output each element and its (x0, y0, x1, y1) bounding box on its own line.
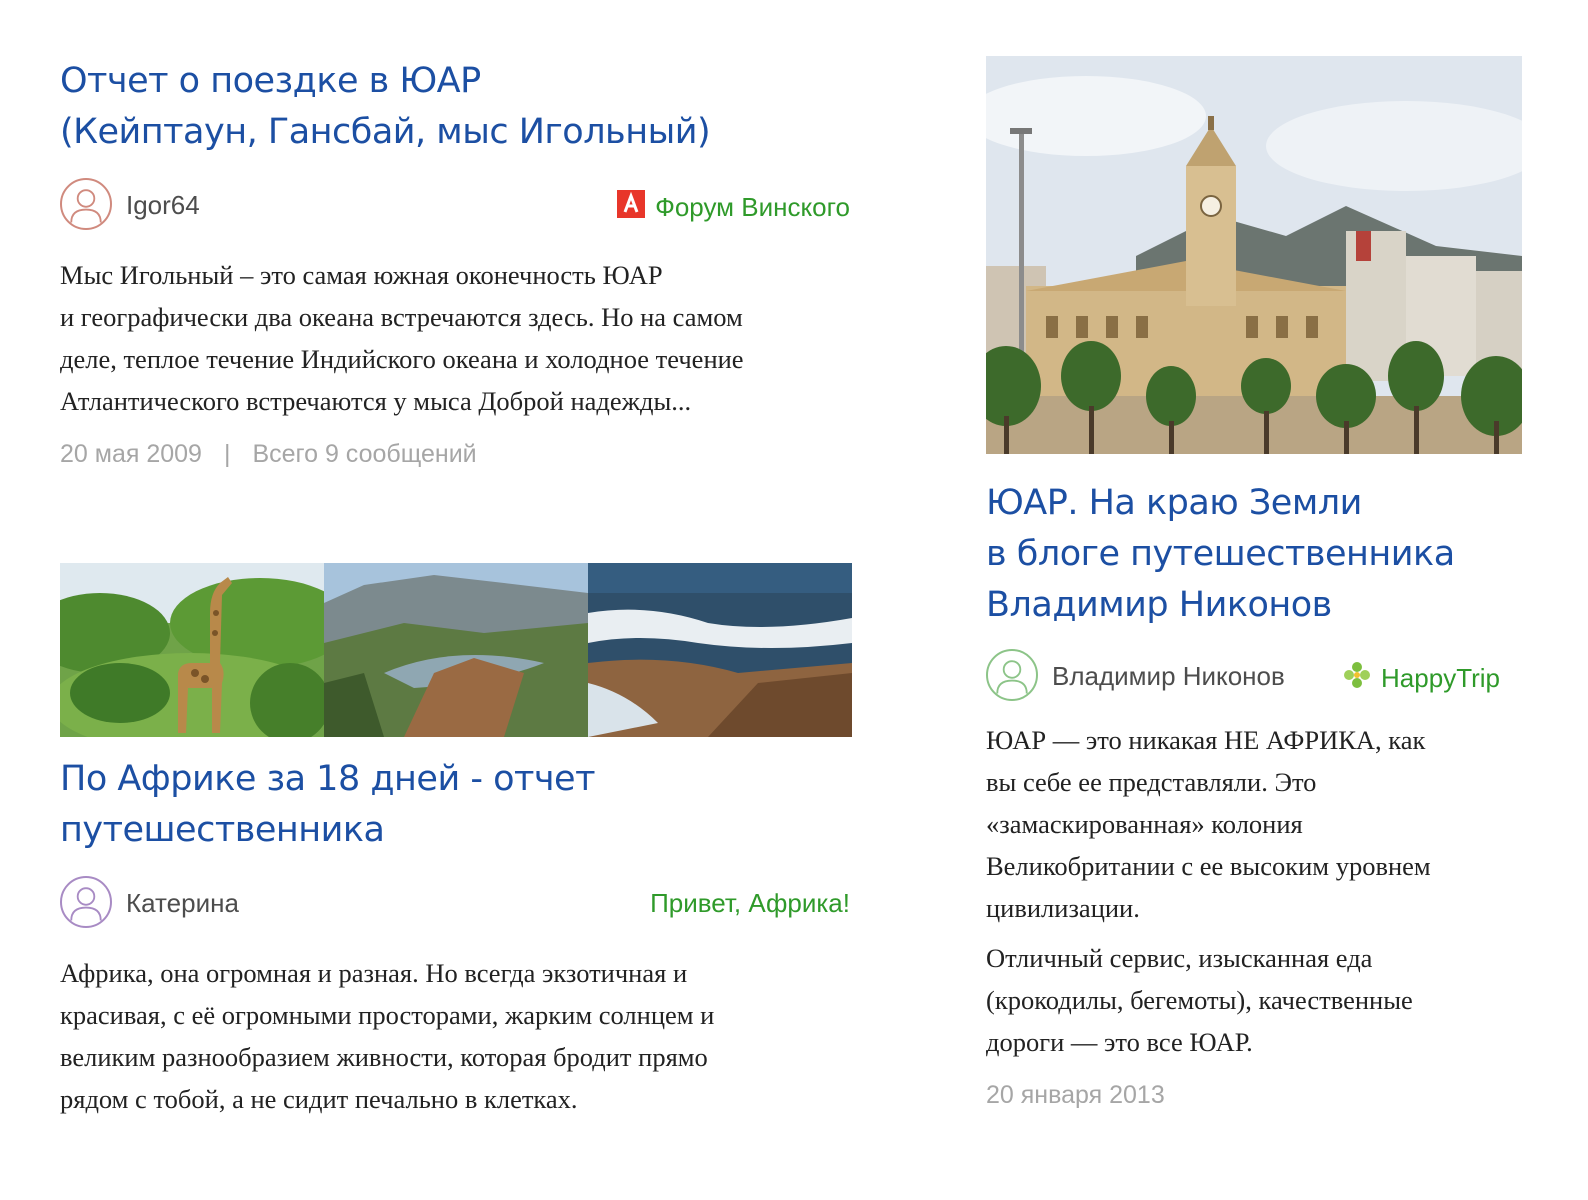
card-africa-18-days: По Африке за 18 дней - отчет путешествен… (60, 754, 850, 1120)
message-count[interactable]: Всего 9 сообщений (252, 440, 476, 468)
title-line[interactable]: Владимир Никонов (986, 580, 1500, 631)
excerpt-line: и географически два океана встречаются з… (60, 302, 743, 332)
source-label[interactable]: Привет, Африка! (650, 888, 850, 919)
author-name[interactable]: Катерина (126, 888, 239, 919)
title-line[interactable]: в блоге путешественника (986, 529, 1500, 580)
title-line[interactable]: ЮАР. На краю Земли (986, 478, 1500, 529)
title-line[interactable]: По Африке за 18 дней - отчет (60, 754, 850, 805)
excerpt-line: великим разнообразием живности, которая … (60, 1042, 708, 1072)
card-excerpt-paragraph-1: ЮАР — это никакая НЕ АФРИКА, как вы себе… (986, 719, 1500, 929)
title-line[interactable]: путешественника (60, 805, 850, 856)
happytrip-flower-icon (1343, 661, 1371, 696)
author-name[interactable]: Владимир Никонов (1052, 661, 1285, 692)
excerpt-line: Африка, она огромная и разная. Но всегда… (60, 958, 688, 988)
excerpt-line: деле, теплое течение Индийского океана и… (60, 344, 744, 374)
separator: | (223, 440, 231, 468)
forum-a-icon (617, 190, 646, 225)
card-excerpt: Мыс Игольный – это самая южная оконечнос… (60, 254, 850, 422)
excerpt-line: дороги — это все ЮАР. (986, 1027, 1253, 1057)
card-title[interactable]: Отчет о поездке в ЮАР (Кейптаун, Гансбай… (60, 56, 850, 158)
source-link[interactable]: Привет, Африка! (650, 888, 850, 919)
photo-giraffe[interactable] (60, 563, 324, 737)
card-footer: 20 января 2013 (986, 1081, 1500, 1110)
card-excerpt: Африка, она огромная и разная. Но всегда… (60, 952, 850, 1120)
source-label[interactable]: HappyTrip (1381, 663, 1500, 694)
excerpt-line: ЮАР — это никакая НЕ АФРИКА, как (986, 725, 1426, 755)
excerpt-line: Атлантического встречаются у мыса Доброй… (60, 386, 692, 416)
avatar-user-icon[interactable] (60, 178, 112, 230)
title-line[interactable]: (Кейптаун, Гансбай, мыс Игольный) (60, 107, 850, 158)
title-line[interactable]: Отчет о поездке в ЮАР (60, 56, 850, 107)
excerpt-line: Отличный сервис, изысканная еда (986, 943, 1373, 973)
card-footer: 20 мая 2009 | Всего 9 сообщений (60, 440, 850, 469)
card-meta: Igor64 Форум Винского (60, 178, 850, 234)
source-label[interactable]: Форум Винского (655, 192, 850, 223)
excerpt-line: Великобритании с ее высоким уровнем (986, 851, 1431, 881)
excerpt-line: рядом с тобой, а не сидит печально в кле… (60, 1084, 578, 1114)
excerpt-line: Мыс Игольный – это самая южная оконечнос… (60, 260, 663, 290)
author-name[interactable]: Igor64 (126, 190, 200, 221)
card-meta: Катерина Привет, Африка! (60, 876, 850, 932)
source-link[interactable]: HappyTrip (1343, 661, 1500, 696)
post-date: 20 января 2013 (986, 1081, 1165, 1109)
avatar-user-icon[interactable] (60, 876, 112, 928)
card-title[interactable]: ЮАР. На краю Земли в блоге путешественни… (986, 478, 1500, 631)
card-meta: Владимир Никонов HappyTrip (986, 649, 1500, 705)
card-excerpt-paragraph-2: Отличный сервис, изысканная еда (крокоди… (986, 937, 1500, 1063)
excerpt-line: красивая, с её огромными просторами, жар… (60, 1000, 715, 1030)
photo-cape-town-city-hall[interactable] (986, 56, 1522, 454)
card-report-south-africa: Отчет о поездке в ЮАР (Кейптаун, Гансбай… (60, 56, 850, 469)
card-south-africa-edge-of-earth: ЮАР. На краю Земли в блоге путешественни… (986, 478, 1500, 1110)
excerpt-line: цивилизации. (986, 893, 1140, 923)
avatar-user-icon[interactable] (986, 649, 1038, 701)
excerpt-line: «замаскированная» колония (986, 809, 1303, 839)
excerpt-line: (крокодилы, бегемоты), качественные (986, 985, 1413, 1015)
card-title[interactable]: По Африке за 18 дней - отчет путешествен… (60, 754, 850, 856)
post-date: 20 мая 2009 (60, 440, 202, 468)
excerpt-line: вы себе ее представляли. Это (986, 767, 1317, 797)
photo-canyon[interactable] (324, 563, 588, 737)
photo-rocky-coast[interactable] (588, 563, 852, 737)
source-link[interactable]: Форум Винского (617, 190, 850, 225)
